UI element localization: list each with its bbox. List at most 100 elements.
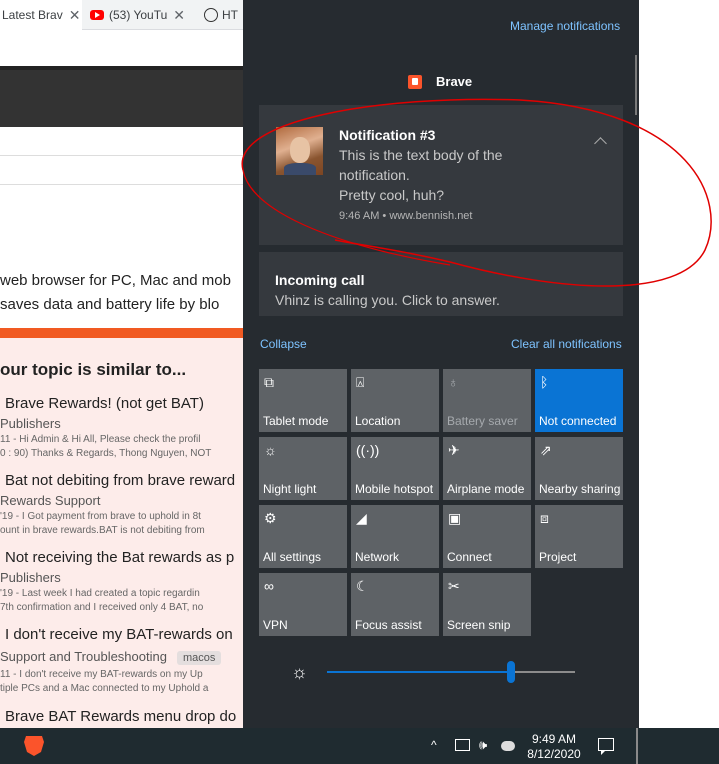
- battery-saver-icon: ♁: [448, 374, 459, 390]
- site-icon: [204, 8, 218, 22]
- notification-timestamp: 9:46 AM • www.bennish.net: [339, 210, 473, 222]
- topic-link[interactable]: Bat not debiting from brave reward: [5, 472, 235, 489]
- connect-icon: ▣: [448, 510, 462, 526]
- quick-action-label: Night light: [263, 482, 317, 496]
- quick-action-label: Network: [355, 550, 400, 564]
- quick-action-label: All settings: [263, 550, 322, 564]
- tab-label: HT: [222, 8, 238, 22]
- quick-action-tile[interactable]: ▣ Connect: [443, 505, 531, 568]
- tablet-icon: ⧉: [264, 374, 274, 390]
- brightness-slider-thumb[interactable]: [506, 661, 515, 683]
- quick-action-tile[interactable]: ∞ VPN: [259, 573, 347, 636]
- brave-taskbar-icon[interactable]: [24, 736, 44, 756]
- quick-action-tile[interactable]: ᛒ Not connected: [535, 369, 623, 432]
- night-light-icon: ☼: [264, 442, 277, 458]
- quick-action-label: Nearby sharing: [539, 482, 621, 496]
- quick-action-label: Focus assist: [355, 618, 422, 632]
- tab-label: (53) YouTu: [109, 8, 168, 22]
- quick-action-tile[interactable]: ✈ Airplane mode: [443, 437, 531, 500]
- chevron-up-icon[interactable]: [594, 137, 607, 150]
- topic-category[interactable]: Support and Troubleshooting macos: [0, 649, 222, 665]
- quick-action-tile[interactable]: ((·)) Mobile hotspot: [351, 437, 439, 500]
- topic-excerpt: 11 - Hi Admin & Hi All, Please check the…: [0, 434, 201, 445]
- notification-body-line: This is the text body of the: [339, 147, 503, 163]
- action-center: Manage notifications Brave Notification …: [243, 0, 639, 728]
- site-search-bar[interactable]: [0, 155, 243, 185]
- quick-action-label: Project: [539, 550, 577, 564]
- location-icon: ⍓: [356, 374, 365, 390]
- network-icon: ◢: [356, 510, 367, 526]
- notification-body-line: Pretty cool, huh?: [339, 187, 445, 203]
- quick-action-tile[interactable]: ✂ Screen snip: [443, 573, 531, 636]
- page-text-line: saves data and battery life by blo: [0, 296, 220, 313]
- topic-excerpt: '19 - I Got payment from brave to uphold…: [0, 511, 201, 522]
- gear-icon: ⚙: [264, 510, 277, 526]
- similar-topics-panel: our topic is similar to... Brave Rewards…: [0, 338, 243, 728]
- site-header: [0, 66, 243, 127]
- volume-icon[interactable]: 🕪: [479, 737, 493, 752]
- hotspot-icon: ((·)): [356, 442, 380, 458]
- clear-all-notifications-button[interactable]: Clear all notifications: [511, 337, 622, 351]
- brightness-slider[interactable]: [327, 661, 575, 683]
- quick-action-label: Airplane mode: [447, 482, 525, 496]
- quick-action-label: Mobile hotspot: [355, 482, 434, 496]
- close-icon[interactable]: ✕: [173, 7, 185, 24]
- youtube-icon: [90, 10, 104, 20]
- brightness-icon: ☼: [291, 662, 308, 682]
- bluetooth-icon: ᛒ: [540, 374, 549, 390]
- topic-excerpt: 11 - I don't receive my BAT-rewards on m…: [0, 669, 203, 680]
- action-center-icon[interactable]: [598, 738, 614, 755]
- scrollbar[interactable]: [635, 55, 637, 115]
- topic-link[interactable]: Brave BAT Rewards menu drop do: [5, 708, 236, 725]
- quick-action-label: Location: [355, 414, 401, 428]
- quick-action-tile[interactable]: ⧉ Tablet mode: [259, 369, 347, 432]
- topic-category[interactable]: Publishers: [0, 570, 61, 585]
- topic-link[interactable]: Not receiving the Bat rewards as p: [5, 549, 234, 566]
- topic-excerpt: 0 : 90) Thanks & Regards, Thong Nguyen, …: [0, 448, 212, 459]
- notification-card[interactable]: Notification #3 This is the text body of…: [259, 105, 623, 245]
- tag-badge[interactable]: macos: [176, 651, 222, 665]
- tab-brave-community[interactable]: Latest Brav ✕: [0, 0, 82, 30]
- topic-excerpt: '19 - Last week I had created a topic re…: [0, 588, 200, 599]
- quick-action-tile[interactable]: ☾ Focus assist: [351, 573, 439, 636]
- incoming-call-card[interactable]: Incoming call Vhinz is calling you. Clic…: [259, 252, 623, 316]
- collapse-button[interactable]: Collapse: [260, 337, 307, 351]
- quick-action-tile[interactable]: ☼ Night light: [259, 437, 347, 500]
- quick-action-tile[interactable]: ◢ Network: [351, 505, 439, 568]
- topic-link[interactable]: I don't receive my BAT-rewards on: [5, 626, 233, 643]
- tab-youtube[interactable]: (53) YouTu ✕: [86, 0, 196, 30]
- project-icon: ⧈: [540, 510, 549, 526]
- clock[interactable]: 9:49 AM 8/12/2020: [524, 732, 584, 762]
- quick-action-label: Connect: [447, 550, 492, 564]
- brave-logo-icon: [408, 74, 422, 89]
- topic-category[interactable]: Publishers: [0, 416, 61, 431]
- manage-notifications-link[interactable]: Manage notifications: [510, 19, 620, 33]
- quick-action-tile[interactable]: ⍓ Location: [351, 369, 439, 432]
- scissors-icon: ✂: [448, 578, 460, 594]
- topic-category[interactable]: Rewards Support: [0, 493, 100, 508]
- battery-icon[interactable]: [455, 739, 470, 751]
- divider-bar: [0, 328, 243, 338]
- notification-title: Notification #3: [339, 127, 436, 143]
- quick-action-tile[interactable]: ♁ Battery saver: [443, 369, 531, 432]
- clock-date: 8/12/2020: [527, 747, 581, 761]
- chevron-up-icon[interactable]: ^: [431, 738, 437, 752]
- notification-body-line: notification.: [339, 167, 410, 183]
- quick-action-tile[interactable]: ⚙ All settings: [259, 505, 347, 568]
- call-body: Vhinz is calling you. Click to answer.: [275, 292, 500, 308]
- quick-action-label: Screen snip: [447, 618, 511, 632]
- quick-action-label: VPN: [263, 618, 288, 632]
- app-name: Brave: [436, 74, 473, 89]
- topic-link[interactable]: Brave Rewards! (not get BAT): [5, 395, 204, 412]
- onedrive-icon[interactable]: [501, 741, 515, 751]
- vpn-icon: ∞: [264, 578, 274, 594]
- topic-excerpt: 7th confirmation and I received only 4 B…: [0, 602, 204, 613]
- clock-time: 9:49 AM: [531, 732, 577, 746]
- quick-action-tile[interactable]: ⇗ Nearby sharing: [535, 437, 623, 500]
- tab-label: Latest Brav: [2, 8, 63, 22]
- app-group-header: Brave: [408, 74, 472, 89]
- category-label: Support and Troubleshooting: [0, 649, 167, 664]
- airplane-icon: ✈: [448, 442, 460, 458]
- close-icon[interactable]: ✕: [69, 7, 81, 24]
- quick-action-tile[interactable]: ⧈ Project: [535, 505, 623, 568]
